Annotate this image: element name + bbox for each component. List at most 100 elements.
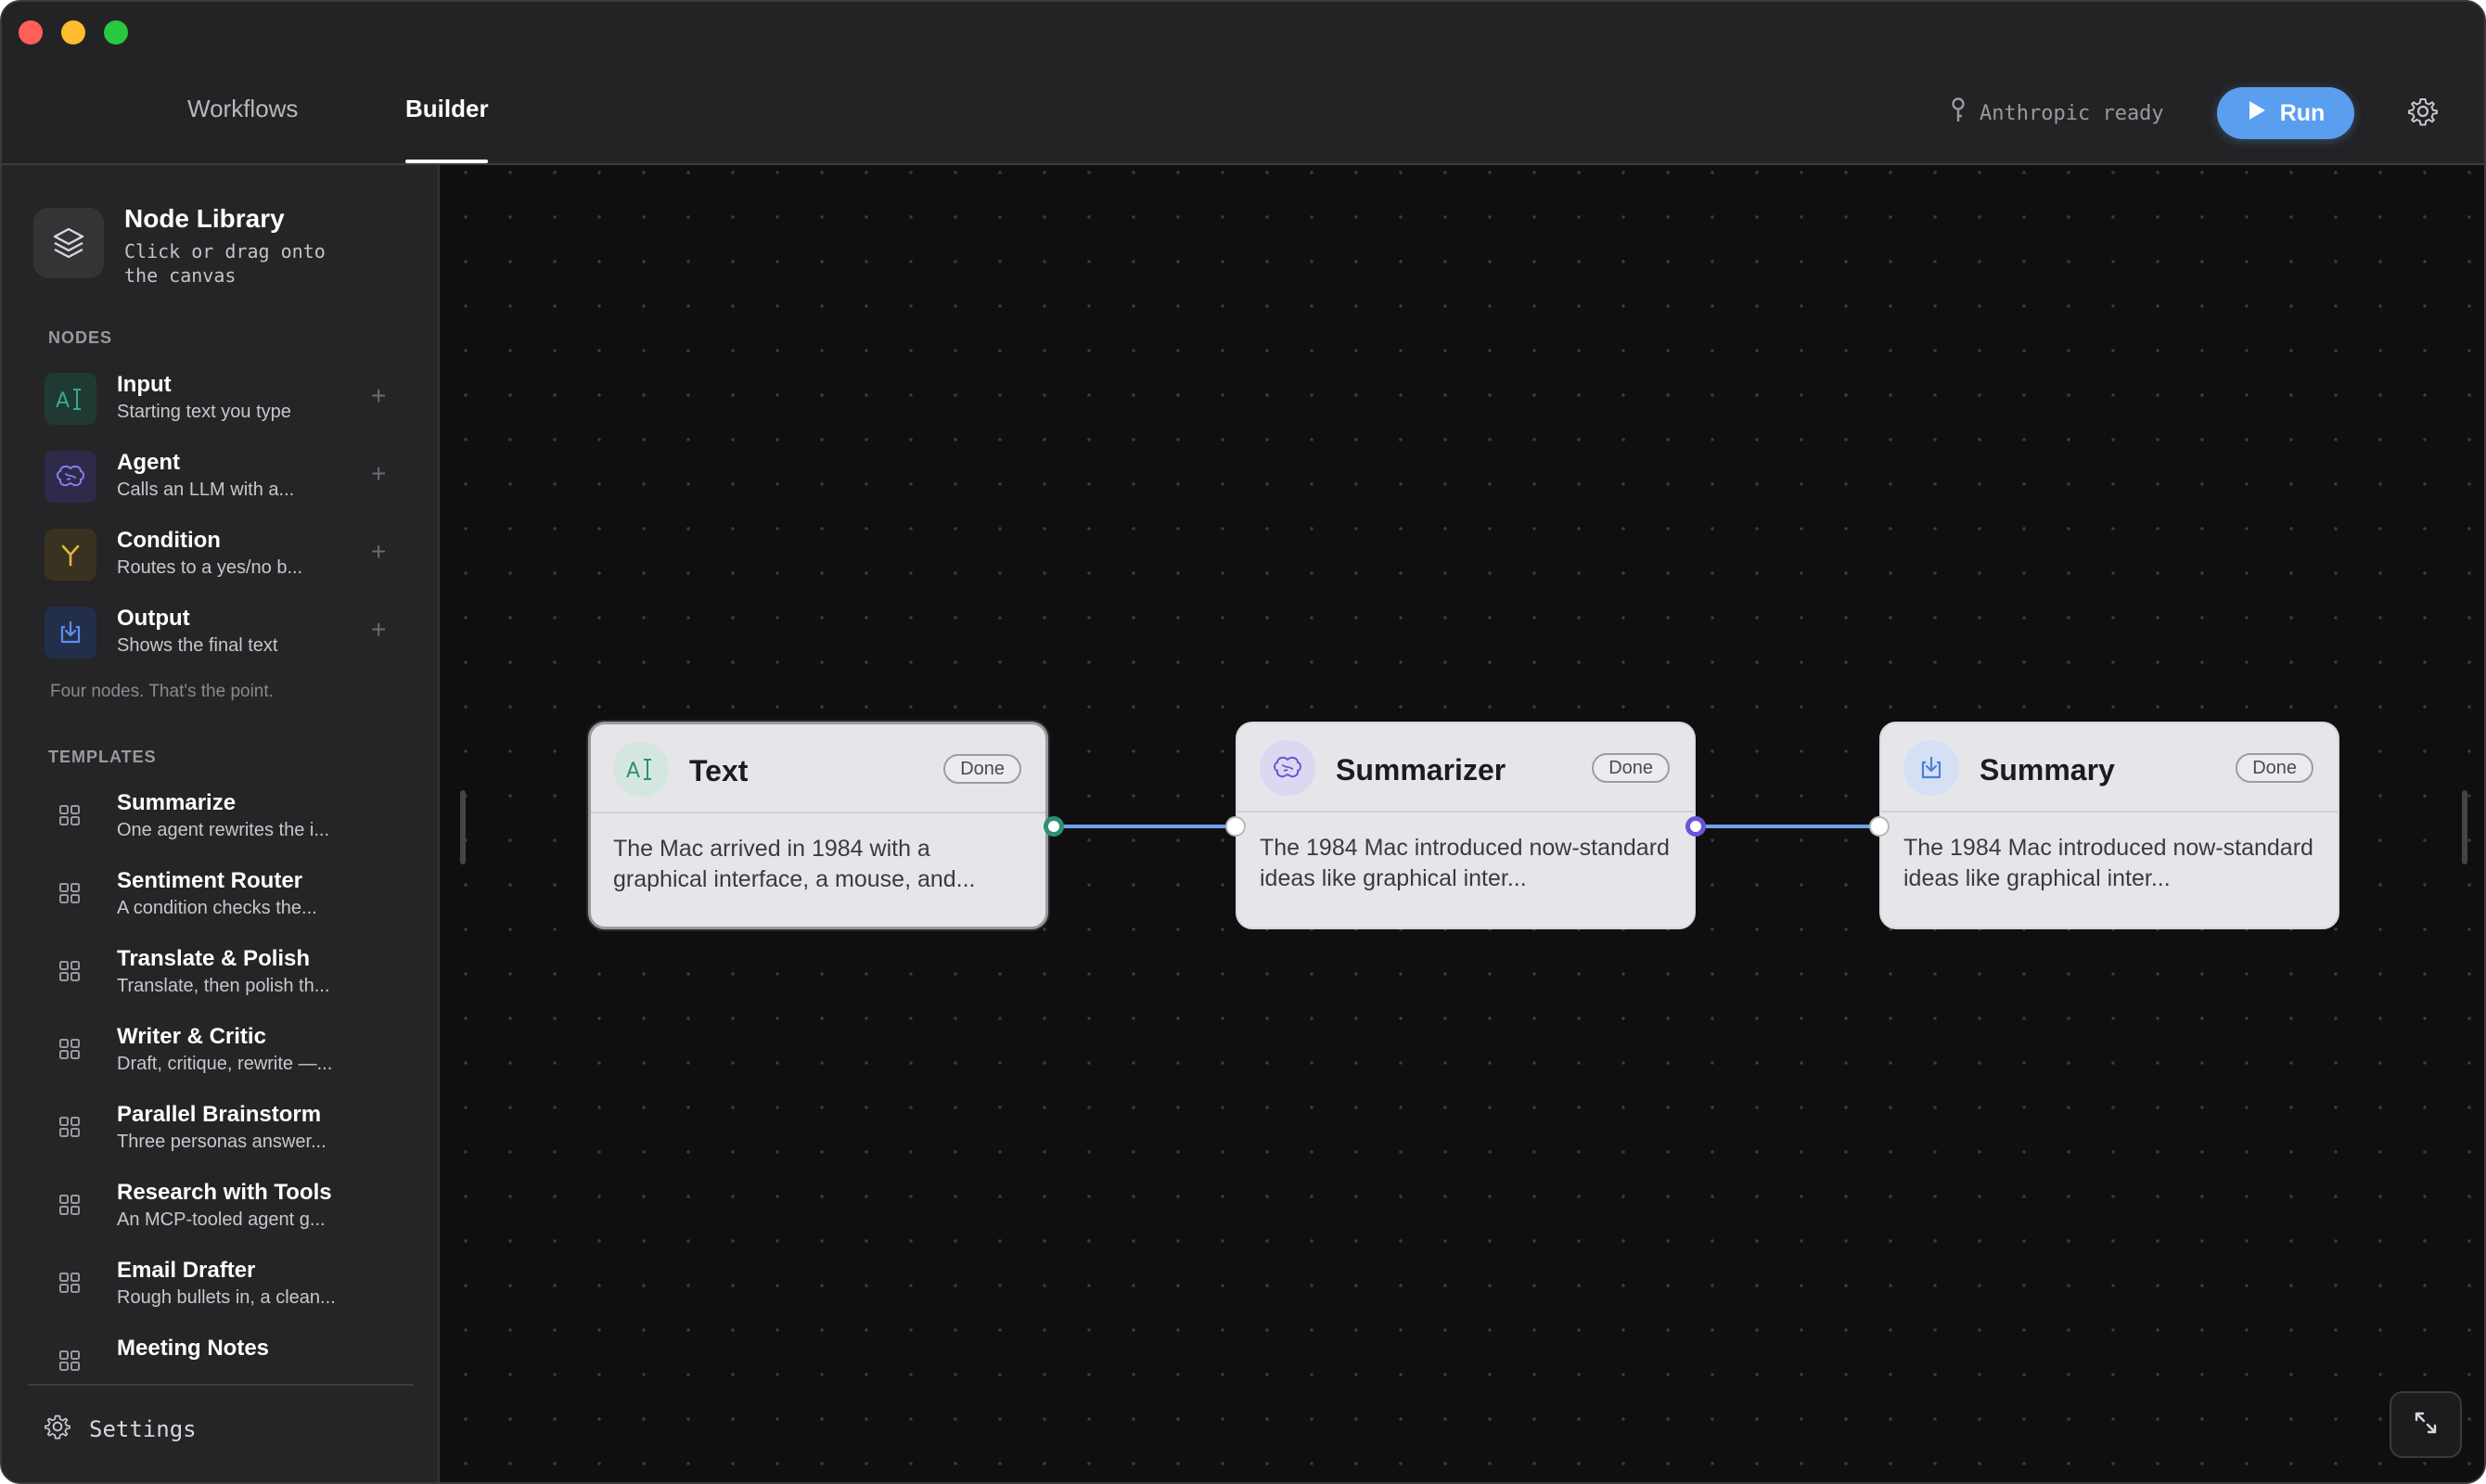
sidebar-divider [28,1384,414,1386]
template-item[interactable]: Email Drafter Rough bullets in, a clean..… [58,1254,429,1319]
download-icon [1903,740,1959,796]
template-name: Translate & Polish [117,946,311,971]
sidebar-resize-handle[interactable] [460,790,466,864]
grid-icon [58,1037,82,1061]
template-item[interactable]: Summarize One agent rewrites the i... [58,787,429,851]
workflow-canvas[interactable]: A Text Done The Mac arrived in 1984 with… [440,165,2484,1482]
node-item-name: Condition [117,528,221,553]
node-body: The 1984 Mac introduced now-standard ide… [1903,835,2313,891]
add-node-icon[interactable]: + [371,537,386,567]
svg-text:A: A [626,760,640,783]
template-item[interactable]: Writer & Critic Draft, critique, rewrite … [58,1020,429,1085]
input-port[interactable] [1225,816,1246,837]
settings-label: Settings [89,1416,197,1442]
template-desc: Three personas answer... [117,1132,327,1152]
node-item-desc: Routes to a yes/no b... [117,557,303,578]
node-item-agent[interactable]: Agent Calls an LLM with a... + [45,444,406,509]
edge-text-to-summarizer[interactable] [1054,825,1239,828]
inspector-resize-handle[interactable] [2462,790,2467,864]
settings-button[interactable]: Settings [45,1414,197,1445]
template-desc: An MCP-tooled agent g... [117,1209,326,1230]
output-port[interactable] [1685,816,1706,837]
layers-icon [33,208,104,278]
template-desc: Draft, critique, rewrite —... [117,1054,333,1074]
app-window: Workflows Builder Anthropic ready Run No… [0,0,2486,1484]
node-title: Summary [1980,753,2115,787]
grid-icon [58,1193,82,1217]
node-item-desc: Shows the final text [117,635,278,656]
node-divider [1881,811,2338,812]
tab-builder[interactable]: Builder [405,95,489,123]
node-item-condition[interactable]: Condition Routes to a yes/no b... + [45,522,406,587]
node-body: The Mac arrived in 1984 with a graphical… [613,836,976,892]
zoom-window-button[interactable] [104,20,128,45]
add-node-icon[interactable]: + [371,381,386,411]
brain-icon [45,451,96,503]
run-button-label: Run [2279,99,2326,126]
node-library-sidebar: Node Library Click or drag onto the canv… [2,165,440,1482]
template-name: Meeting Notes [117,1336,270,1361]
grid-icon [58,1271,82,1295]
node-item-input[interactable]: A Input Starting text you type + [45,366,406,431]
node-body: The 1984 Mac introduced now-standard ide… [1260,835,1670,891]
template-desc: Rough bullets in, a clean... [117,1287,336,1308]
text-cursor-icon: A [613,741,669,797]
run-button[interactable]: Run [2217,87,2354,139]
add-node-icon[interactable]: + [371,615,386,645]
grid-icon [58,803,82,827]
tab-workflows[interactable]: Workflows [187,95,298,123]
branch-icon [45,529,96,581]
template-item[interactable]: Research with Tools An MCP-tooled agent g… [58,1176,429,1241]
library-title: Node Library [124,204,285,233]
node-item-name: Input [117,372,172,397]
api-status-text: Anthropic ready [1980,101,2164,125]
status-badge: Done [1592,753,1670,783]
canvas-node-summary[interactable]: Summary Done The 1984 Mac introduced now… [1879,722,2339,929]
download-icon [45,607,96,659]
node-item-desc: Calls an LLM with a... [117,480,295,500]
gear-icon[interactable] [2408,96,2438,126]
template-item[interactable]: Parallel Brainstorm Three personas answer… [58,1098,429,1163]
gear-icon [45,1414,70,1445]
play-icon [2247,99,2267,128]
node-divider [591,812,1045,813]
node-item-name: Output [117,606,190,631]
nodes-footnote: Four nodes. That's the point. [50,682,274,701]
template-item[interactable]: Sentiment Router A condition checks the..… [58,864,429,929]
template-name: Email Drafter [117,1258,256,1283]
node-item-desc: Starting text you type [117,402,291,422]
grid-icon [58,881,82,905]
library-subtitle: Click or drag onto the canvas [124,240,326,287]
templates-section-label: TEMPLATES [48,748,157,766]
canvas-node-summarizer[interactable]: Summarizer Done The 1984 Mac introduced … [1236,722,1696,929]
minimize-window-button[interactable] [61,20,85,45]
nodes-section-label: NODES [48,328,113,347]
template-item[interactable]: Meeting Notes [58,1332,429,1397]
template-name: Summarize [117,790,237,815]
template-desc: A condition checks the... [117,898,317,918]
key-icon [1950,97,1967,129]
svg-text:A: A [56,390,70,413]
node-divider [1237,811,1694,812]
grid-icon [58,959,82,983]
template-name: Research with Tools [117,1180,332,1205]
grid-icon [58,1115,82,1139]
template-name: Writer & Critic [117,1024,266,1049]
output-port[interactable] [1044,816,1064,837]
canvas-node-text[interactable]: A Text Done The Mac arrived in 1984 with… [588,722,1048,929]
template-desc: One agent rewrites the i... [117,820,330,840]
brain-icon [1260,740,1315,796]
add-node-icon[interactable]: + [371,459,386,489]
fit-view-button[interactable] [2390,1391,2462,1458]
active-tab-indicator [405,160,488,163]
template-name: Parallel Brainstorm [117,1102,322,1127]
node-item-output[interactable]: Output Shows the final text + [45,600,406,665]
template-item[interactable]: Translate & Polish Translate, then polish… [58,942,429,1007]
input-port[interactable] [1869,816,1890,837]
close-window-button[interactable] [19,20,43,45]
status-badge: Done [2236,753,2313,783]
expand-icon [2412,1409,2440,1441]
edge-summarizer-to-summary[interactable] [1696,825,1881,828]
template-desc: Translate, then polish th... [117,976,330,996]
node-item-name: Agent [117,450,180,475]
